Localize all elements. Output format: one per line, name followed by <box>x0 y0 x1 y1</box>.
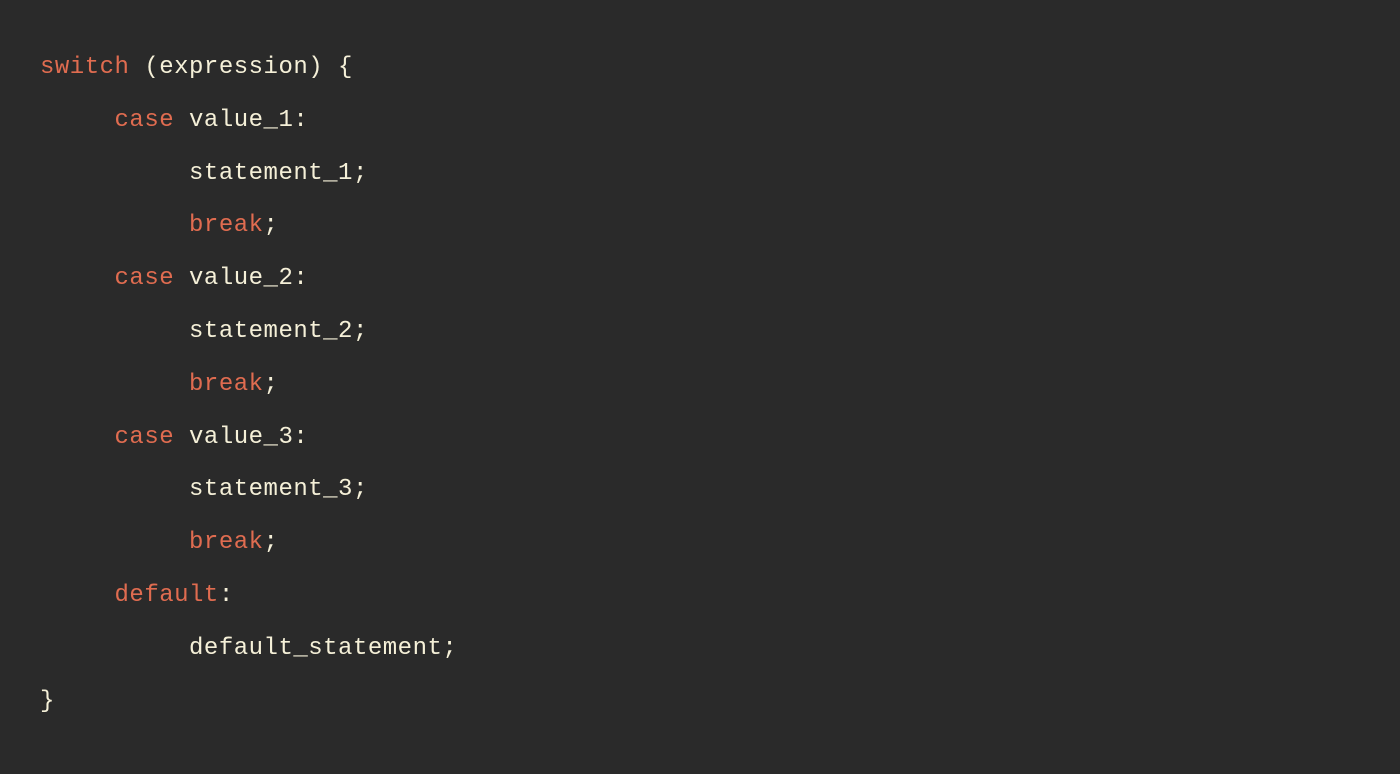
indent <box>40 424 115 451</box>
indent <box>40 160 189 187</box>
code-text: statement_1; <box>189 160 368 187</box>
code-line: case value_3: <box>40 424 308 451</box>
code-line: default: <box>40 582 234 609</box>
code-line: break; <box>40 371 278 398</box>
code-line: break; <box>40 212 278 239</box>
code-line: statement_3; <box>40 476 368 503</box>
code-text: } <box>40 688 55 715</box>
code-line: case value_1: <box>40 107 308 134</box>
indent <box>40 582 115 609</box>
code-text: statement_3; <box>189 476 368 503</box>
keyword-break: break <box>189 371 264 398</box>
indent <box>40 107 115 134</box>
code-text: value_3: <box>174 424 308 451</box>
code-text: ; <box>264 371 279 398</box>
code-line: break; <box>40 529 278 556</box>
keyword-case: case <box>115 107 175 134</box>
code-text: : <box>219 582 234 609</box>
code-line: case value_2: <box>40 265 308 292</box>
code-text: default_statement; <box>189 635 457 662</box>
keyword-switch: switch <box>40 54 129 81</box>
code-block: switch (expression) { case value_1: stat… <box>0 0 1400 770</box>
code-line: statement_1; <box>40 160 368 187</box>
indent <box>40 212 189 239</box>
indent <box>40 265 115 292</box>
code-text: ; <box>264 212 279 239</box>
code-line: } <box>40 688 55 715</box>
code-line: default_statement; <box>40 635 457 662</box>
keyword-case: case <box>115 265 175 292</box>
keyword-default: default <box>115 582 219 609</box>
code-text: (expression) { <box>129 54 353 81</box>
keyword-case: case <box>115 424 175 451</box>
keyword-break: break <box>189 212 264 239</box>
indent <box>40 371 189 398</box>
code-text: value_1: <box>174 107 308 134</box>
code-text: value_2: <box>174 265 308 292</box>
indent <box>40 529 189 556</box>
indent <box>40 635 189 662</box>
code-text: statement_2; <box>189 318 368 345</box>
indent <box>40 476 189 503</box>
code-text: ; <box>264 529 279 556</box>
code-line: switch (expression) { <box>40 54 353 81</box>
indent <box>40 318 189 345</box>
keyword-break: break <box>189 529 264 556</box>
code-line: statement_2; <box>40 318 368 345</box>
